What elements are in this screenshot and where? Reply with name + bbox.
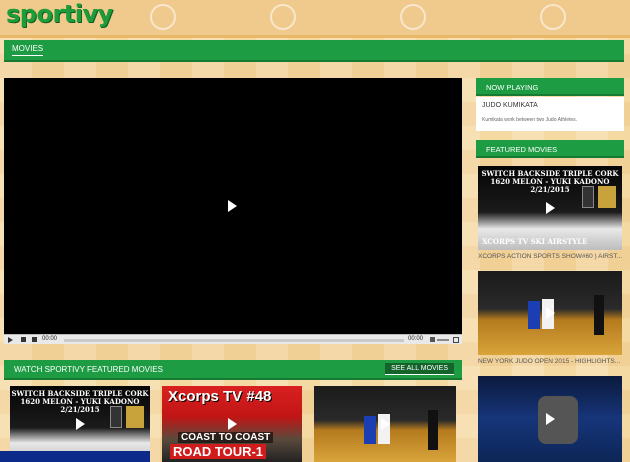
play-icon[interactable] (546, 307, 555, 319)
bottom-overlay-bar (0, 451, 150, 462)
now-playing-heading: NOW PLAYING (476, 78, 624, 96)
thumb-subtitle: COAST TO COAST (178, 432, 274, 443)
featured-strip-title: WATCH SPORTIVY FEATURED MOVIES (14, 365, 163, 374)
referee-figure (428, 410, 438, 450)
sponsor-logo-icon (110, 406, 122, 428)
ball-decoration-icon (400, 4, 426, 30)
main-nav: MOVIES (4, 40, 624, 62)
featured-movies-panel: FEATURED MOVIES (476, 140, 624, 158)
xcorps-logo-icon (598, 186, 616, 208)
sidebar-thumb-snowboard[interactable]: SWITCH BACKSIDE TRIPLE CORK 1620 MELON -… (478, 166, 622, 250)
now-playing-box: JUDO KUMIKATA Kumikata work between two … (476, 97, 624, 131)
thumb-title: Xcorps TV #48 (168, 388, 272, 405)
play-button-icon[interactable] (8, 337, 13, 343)
ball-decoration-icon (540, 4, 566, 30)
site-header: sportivy (0, 0, 630, 36)
thumb-footer-text: XCORPS TV SKI AIRSTYLE (482, 237, 588, 246)
sponsor-logo-icon (582, 186, 594, 208)
duration-time: 00:00 (408, 336, 424, 342)
sidebar-movie-caption[interactable]: NEW YORK JUDO OPEN 2015 - HIGHLIGHTS... (478, 358, 622, 365)
xcorps-logo-icon (126, 406, 144, 428)
ball-decoration-icon (150, 4, 176, 30)
fighter-figure (538, 396, 578, 444)
play-icon[interactable] (546, 202, 555, 214)
fullscreen-icon[interactable] (453, 337, 459, 343)
featured-movies-strip-header: WATCH SPORTIVY FEATURED MOVIES SEE ALL M… (4, 360, 462, 380)
play-icon[interactable] (381, 418, 390, 430)
volume-slider[interactable] (437, 339, 449, 341)
referee-figure (594, 295, 604, 335)
play-icon[interactable] (546, 413, 555, 425)
header-divider (0, 35, 630, 38)
previous-icon[interactable] (21, 337, 26, 342)
seek-bar[interactable] (64, 339, 404, 342)
now-playing-description: Kumikata work between two Judo Athletes. (482, 117, 578, 123)
featured-thumb-road-tour[interactable]: Xcorps TV #48 COAST TO COAST ROAD TOUR-1 (162, 386, 302, 462)
site-logo[interactable]: sportivy (6, 0, 113, 28)
video-player[interactable]: 00:00 00:00 (4, 78, 462, 344)
sidebar-movie-caption[interactable]: XCORPS ACTION SPORTS SHOW#60 ) AIRST... (478, 253, 622, 260)
now-playing-title: JUDO KUMIKATA (482, 102, 538, 109)
athlete-figure (528, 301, 540, 329)
thumb-subtitle-2: ROAD TOUR-1 (170, 444, 267, 459)
see-all-movies-button[interactable]: SEE ALL MOVIES (385, 363, 454, 375)
play-icon[interactable] (228, 200, 237, 212)
play-icon[interactable] (76, 418, 85, 430)
athlete-figure (364, 416, 376, 444)
tab-movies[interactable]: MOVIES (12, 44, 44, 56)
featured-thumb-judo[interactable] (314, 386, 456, 462)
volume-icon[interactable] (430, 337, 435, 342)
now-playing-panel: NOW PLAYING (476, 78, 624, 96)
play-icon[interactable] (228, 418, 237, 430)
featured-movies-heading: FEATURED MOVIES (476, 140, 624, 158)
player-controls: 00:00 00:00 (4, 334, 462, 344)
sidebar-thumb-judo[interactable] (478, 271, 622, 355)
ball-decoration-icon (270, 4, 296, 30)
sidebar-thumb-fight[interactable] (478, 376, 622, 462)
current-time: 00:00 (42, 336, 58, 342)
next-icon[interactable] (32, 337, 37, 342)
